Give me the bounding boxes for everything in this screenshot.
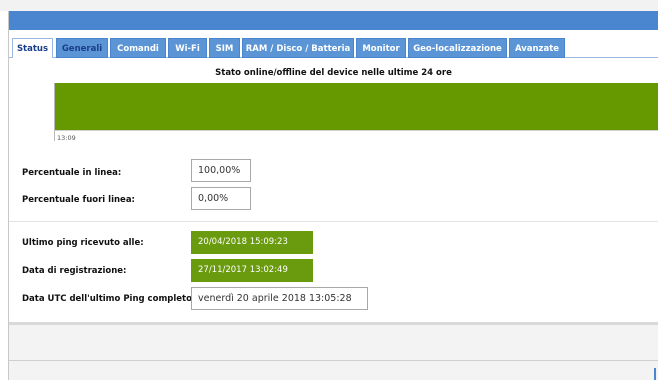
window-top-strip bbox=[0, 0, 658, 11]
section-divider bbox=[9, 221, 658, 222]
chart-title: Stato online/offline del device nelle ul… bbox=[215, 68, 452, 78]
online-percent-value: 100,00% bbox=[191, 159, 251, 182]
tab-generali[interactable]: Generali bbox=[56, 38, 108, 58]
online-status-chart: 13:09 bbox=[54, 83, 658, 142]
tab-avanzate[interactable]: Avanzate bbox=[509, 38, 565, 58]
tab-wifi[interactable]: Wi-Fi bbox=[168, 38, 207, 58]
tab-geo-localizzazione[interactable]: Geo-localizzazione bbox=[408, 38, 507, 58]
last-ping-label: Ultimo ping ricevuto alle: bbox=[22, 238, 144, 248]
registration-date-label: Data di registrazione: bbox=[22, 266, 127, 276]
footer-area bbox=[9, 325, 658, 380]
tab-monitor[interactable]: Monitor bbox=[356, 38, 406, 58]
online-percent-label: Percentuale in linea: bbox=[22, 168, 122, 178]
offline-percent-label: Percentuale fuori linea: bbox=[22, 195, 135, 205]
registration-date-value: 27/11/2017 13:02:49 bbox=[191, 259, 313, 282]
tab-ram-disco-batteria[interactable]: RAM / Disco / Batteria bbox=[242, 38, 354, 58]
tab-bar: Status Generali Comandi Wi-Fi SIM RAM / … bbox=[9, 30, 658, 59]
header-bar bbox=[9, 11, 658, 30]
online-status-band bbox=[55, 83, 658, 130]
last-ping-value: 20/04/2018 15:09:23 bbox=[191, 231, 313, 254]
footer-divider bbox=[9, 360, 658, 361]
utc-ping-label: Data UTC dell'ultimo Ping completo: bbox=[22, 294, 196, 304]
status-panel: Stato online/offline del device nelle ul… bbox=[9, 58, 658, 322]
tab-comandi[interactable]: Comandi bbox=[110, 38, 166, 58]
offline-percent-value: 0,00% bbox=[191, 187, 251, 210]
chart-x-tick-label: 13:09 bbox=[57, 134, 76, 142]
tab-status[interactable]: Status bbox=[12, 38, 53, 59]
tab-sim[interactable]: SIM bbox=[209, 38, 240, 58]
utc-ping-value: venerdì 20 aprile 2018 13:05:28 bbox=[191, 287, 368, 310]
scroll-indicator bbox=[654, 368, 656, 380]
